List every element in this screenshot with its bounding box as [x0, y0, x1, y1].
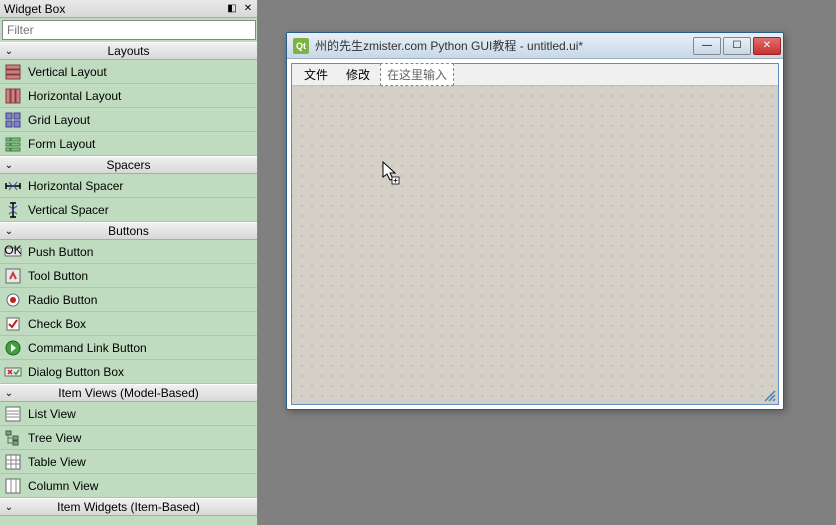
widget-item-label: Vertical Spacer	[28, 203, 109, 217]
form-area: 文件 修改 在这里输入	[291, 63, 779, 405]
widget-item-label: Column View	[28, 479, 98, 493]
section-title: Spacers	[18, 158, 257, 172]
dlgbtn-icon	[2, 361, 24, 383]
svg-text:OK: OK	[4, 243, 21, 257]
tableview-icon	[2, 451, 24, 473]
designer-window: Qt 州的先生zmister.com Python GUI教程 - untitl…	[286, 32, 784, 410]
chevron-down-icon: ⌄	[0, 502, 18, 513]
chevron-down-icon: ⌄	[0, 226, 18, 237]
chevron-down-icon: ⌄	[0, 160, 18, 171]
widget-item-label: Vertical Layout	[28, 65, 107, 79]
filter-input[interactable]	[7, 23, 251, 37]
grid-icon	[2, 109, 24, 131]
widget-item-label: List View	[28, 407, 76, 421]
widget-item-label: Horizontal Layout	[28, 89, 121, 103]
widget-item-label: Tree View	[28, 431, 81, 445]
widget-item[interactable]: Check Box	[0, 312, 257, 336]
section-title: Layouts	[18, 44, 257, 58]
widget-box-panel: Widget Box ◧ ✕ ⌄LayoutsVertical LayoutHo…	[0, 0, 258, 525]
menu-placeholder[interactable]: 在这里输入	[380, 63, 454, 86]
section-header[interactable]: ⌄Layouts	[0, 42, 257, 60]
listview-icon	[2, 403, 24, 425]
chevron-down-icon: ⌄	[0, 46, 18, 57]
widget-item[interactable]: Horizontal Spacer	[0, 174, 257, 198]
titlebar[interactable]: Qt 州的先生zmister.com Python GUI教程 - untitl…	[287, 33, 783, 59]
hspacer-icon	[2, 175, 24, 197]
app-icon: Qt	[293, 38, 309, 54]
check-icon	[2, 313, 24, 335]
close-icon[interactable]: ✕	[241, 2, 255, 16]
widget-item-label: Dialog Button Box	[28, 365, 124, 379]
toolbtn-icon	[2, 265, 24, 287]
widget-item-label: Tool Button	[28, 269, 88, 283]
widget-item[interactable]: Dialog Button Box	[0, 360, 257, 384]
widget-item[interactable]: Vertical Layout	[0, 60, 257, 84]
hlayout-icon	[2, 85, 24, 107]
widget-item[interactable]: Tree View	[0, 426, 257, 450]
section-header[interactable]: ⌄Buttons	[0, 222, 257, 240]
widget-item[interactable]: Table View	[0, 450, 257, 474]
widget-item[interactable]: OK Push Button	[0, 240, 257, 264]
widget-item[interactable]: List View	[0, 402, 257, 426]
widget-item-label: Table View	[28, 455, 86, 469]
cmdlink-icon	[2, 337, 24, 359]
widget-item-label: Horizontal Spacer	[28, 179, 123, 193]
section-header[interactable]: ⌄Item Widgets (Item-Based)	[0, 498, 257, 516]
menu-file[interactable]: 文件	[296, 64, 336, 85]
window-title: 州的先生zmister.com Python GUI教程 - untitled.…	[315, 37, 693, 54]
widget-box-title: Widget Box	[4, 2, 225, 16]
filter-input-wrapper[interactable]	[2, 20, 256, 40]
menubar[interactable]: 文件 修改 在这里输入	[292, 64, 778, 86]
form-icon	[2, 133, 24, 155]
widget-item[interactable]: Tool Button	[0, 264, 257, 288]
widget-item[interactable]: Form Layout	[0, 132, 257, 156]
widget-item-label: Radio Button	[28, 293, 97, 307]
undock-icon[interactable]: ◧	[225, 2, 239, 16]
vlayout-icon	[2, 61, 24, 83]
widget-item-label: Push Button	[28, 245, 93, 259]
minimize-button[interactable]: —	[693, 37, 721, 55]
widget-item[interactable]: Radio Button	[0, 288, 257, 312]
resize-handle-icon[interactable]	[764, 390, 776, 402]
widget-item-label: Command Link Button	[28, 341, 147, 355]
form-canvas[interactable]	[292, 86, 778, 404]
pushbtn-icon: OK	[2, 241, 24, 263]
section-header[interactable]: ⌄Item Views (Model-Based)	[0, 384, 257, 402]
widget-item[interactable]: Vertical Spacer	[0, 198, 257, 222]
widget-item-label: Check Box	[28, 317, 86, 331]
section-title: Buttons	[18, 224, 257, 238]
vspacer-icon	[2, 199, 24, 221]
widget-item-label: Grid Layout	[28, 113, 90, 127]
widget-item[interactable]: Command Link Button	[0, 336, 257, 360]
section-header[interactable]: ⌄Spacers	[0, 156, 257, 174]
widget-item[interactable]: Horizontal Layout	[0, 84, 257, 108]
treeview-icon	[2, 427, 24, 449]
widget-item-label: Form Layout	[28, 137, 95, 151]
radio-icon	[2, 289, 24, 311]
section-title: Item Views (Model-Based)	[18, 386, 257, 400]
chevron-down-icon: ⌄	[0, 388, 18, 399]
maximize-button[interactable]: ☐	[723, 37, 751, 55]
widget-item[interactable]: Column View	[0, 474, 257, 498]
section-title: Item Widgets (Item-Based)	[18, 500, 257, 514]
close-button[interactable]: ✕	[753, 37, 781, 55]
menu-edit[interactable]: 修改	[338, 64, 378, 85]
widget-box-header: Widget Box ◧ ✕	[0, 0, 257, 18]
widget-item[interactable]: Grid Layout	[0, 108, 257, 132]
columnview-icon	[2, 475, 24, 497]
